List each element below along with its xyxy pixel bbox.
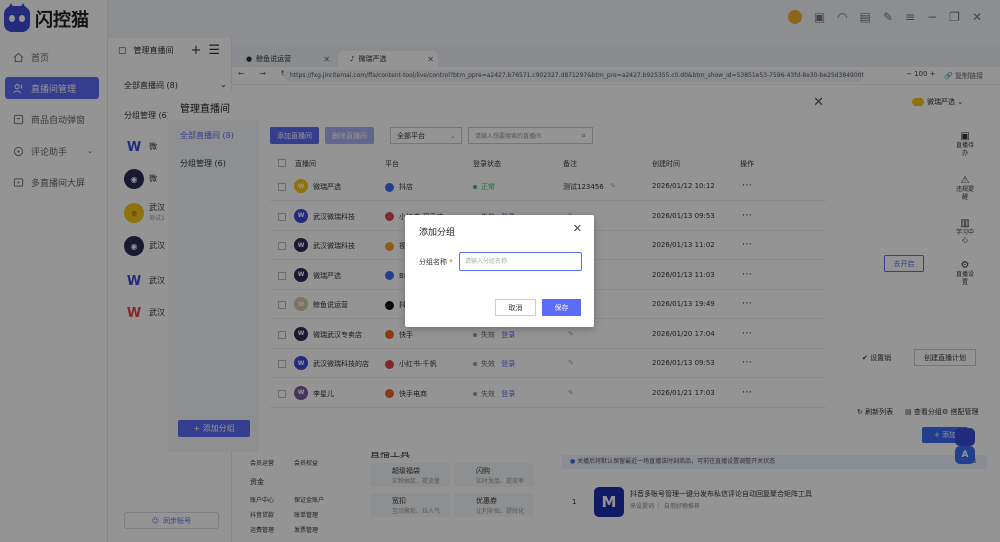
group-name-placeholder: 请输入分组名称 [465,258,508,265]
dialog-title: 添加分组 [419,228,456,238]
save-label: 保存 [554,303,569,312]
close-icon[interactable]: ✕ [573,222,582,235]
group-name-label: 分组名称 * [419,258,453,266]
save-button[interactable]: 保存 [542,299,581,316]
cancel-label: 取消 [508,303,523,312]
group-name-input[interactable]: 请输入分组名称 [459,252,582,271]
cancel-button[interactable]: 取消 [495,299,536,316]
add-group-dialog: 添加分组 ✕ 分组名称 * 请输入分组名称 取消 保存 [405,215,594,327]
